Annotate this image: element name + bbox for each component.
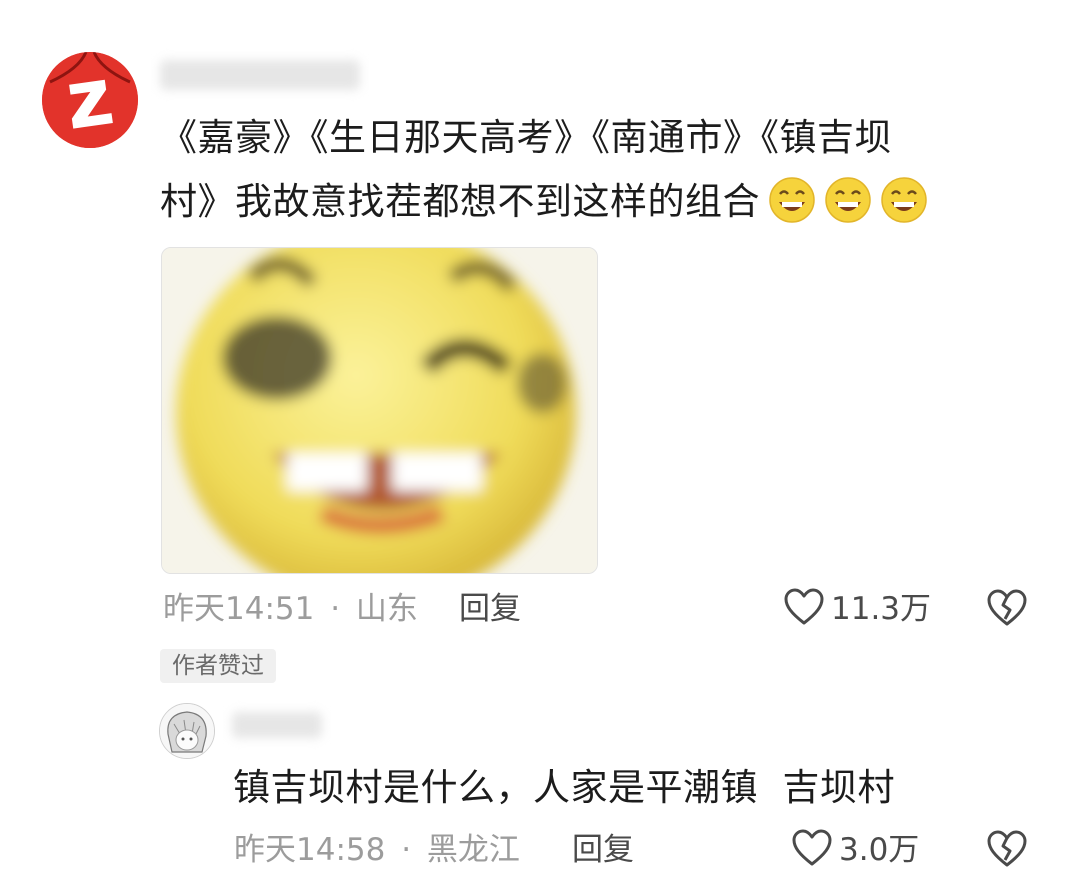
grinning-face-emoji-icon [880,176,928,224]
reply-location: 黑龙江 [426,832,520,868]
reply-username-blurred[interactable] [232,712,322,738]
comment-reply-button[interactable]: 回复 [459,589,521,629]
comment-like-button[interactable]: 11.3万 [783,588,932,630]
username-blurred[interactable] [160,60,360,90]
comment-dislike-button[interactable] [986,589,1028,631]
broken-heart-icon [986,830,1028,872]
comment-text-line-2-text: 村》我故意找茬都想不到这样的组合 [160,180,760,223]
meta-separator: · [330,591,341,627]
broken-heart-icon [986,589,1028,631]
meta-separator: · [401,832,412,868]
heart-icon [791,829,833,871]
anime-avatar-icon [160,704,214,758]
comment-meta: 昨天14:51 · 山东 [163,589,418,629]
reply-text: 镇吉坝村是什么，人家是平潮镇 吉坝村 [233,766,896,809]
comment-like-count: 11.3万 [831,591,932,627]
comment-time: 昨天14:51 [163,591,315,627]
comment-location: 山东 [355,591,418,627]
reply-reply-button[interactable]: 回复 [572,830,634,870]
reply-like-count: 3.0万 [839,832,920,868]
heart-icon [783,588,825,630]
author-liked-badge: 作者赞过 [160,649,276,683]
comment-text-line-1: 《嘉豪》《生日那天高考》《南通市》《镇吉坝 [160,116,892,159]
reply-user-avatar[interactable] [159,703,215,759]
brand-logo-icon [42,52,138,148]
grinning-face-emoji-icon [824,176,872,224]
grinning-face-emoji-icon [768,176,816,224]
comment-body: 《嘉豪》《生日那天高考》《南通市》《镇吉坝 村》我故意找茬都想不到这样的组合 [160,106,1020,234]
comment-image-sticker[interactable] [161,247,598,574]
reply-time: 昨天14:58 [234,832,386,868]
reply-dislike-button[interactable] [986,830,1028,872]
user-avatar[interactable] [42,52,138,148]
reply-meta: 昨天14:58 · 黑龙江 [234,830,520,870]
blurred-grinning-face-image [162,248,597,573]
reply-like-button[interactable]: 3.0万 [791,829,920,871]
comment-text-line-2: 村》我故意找茬都想不到这样的组合 [160,170,1020,234]
